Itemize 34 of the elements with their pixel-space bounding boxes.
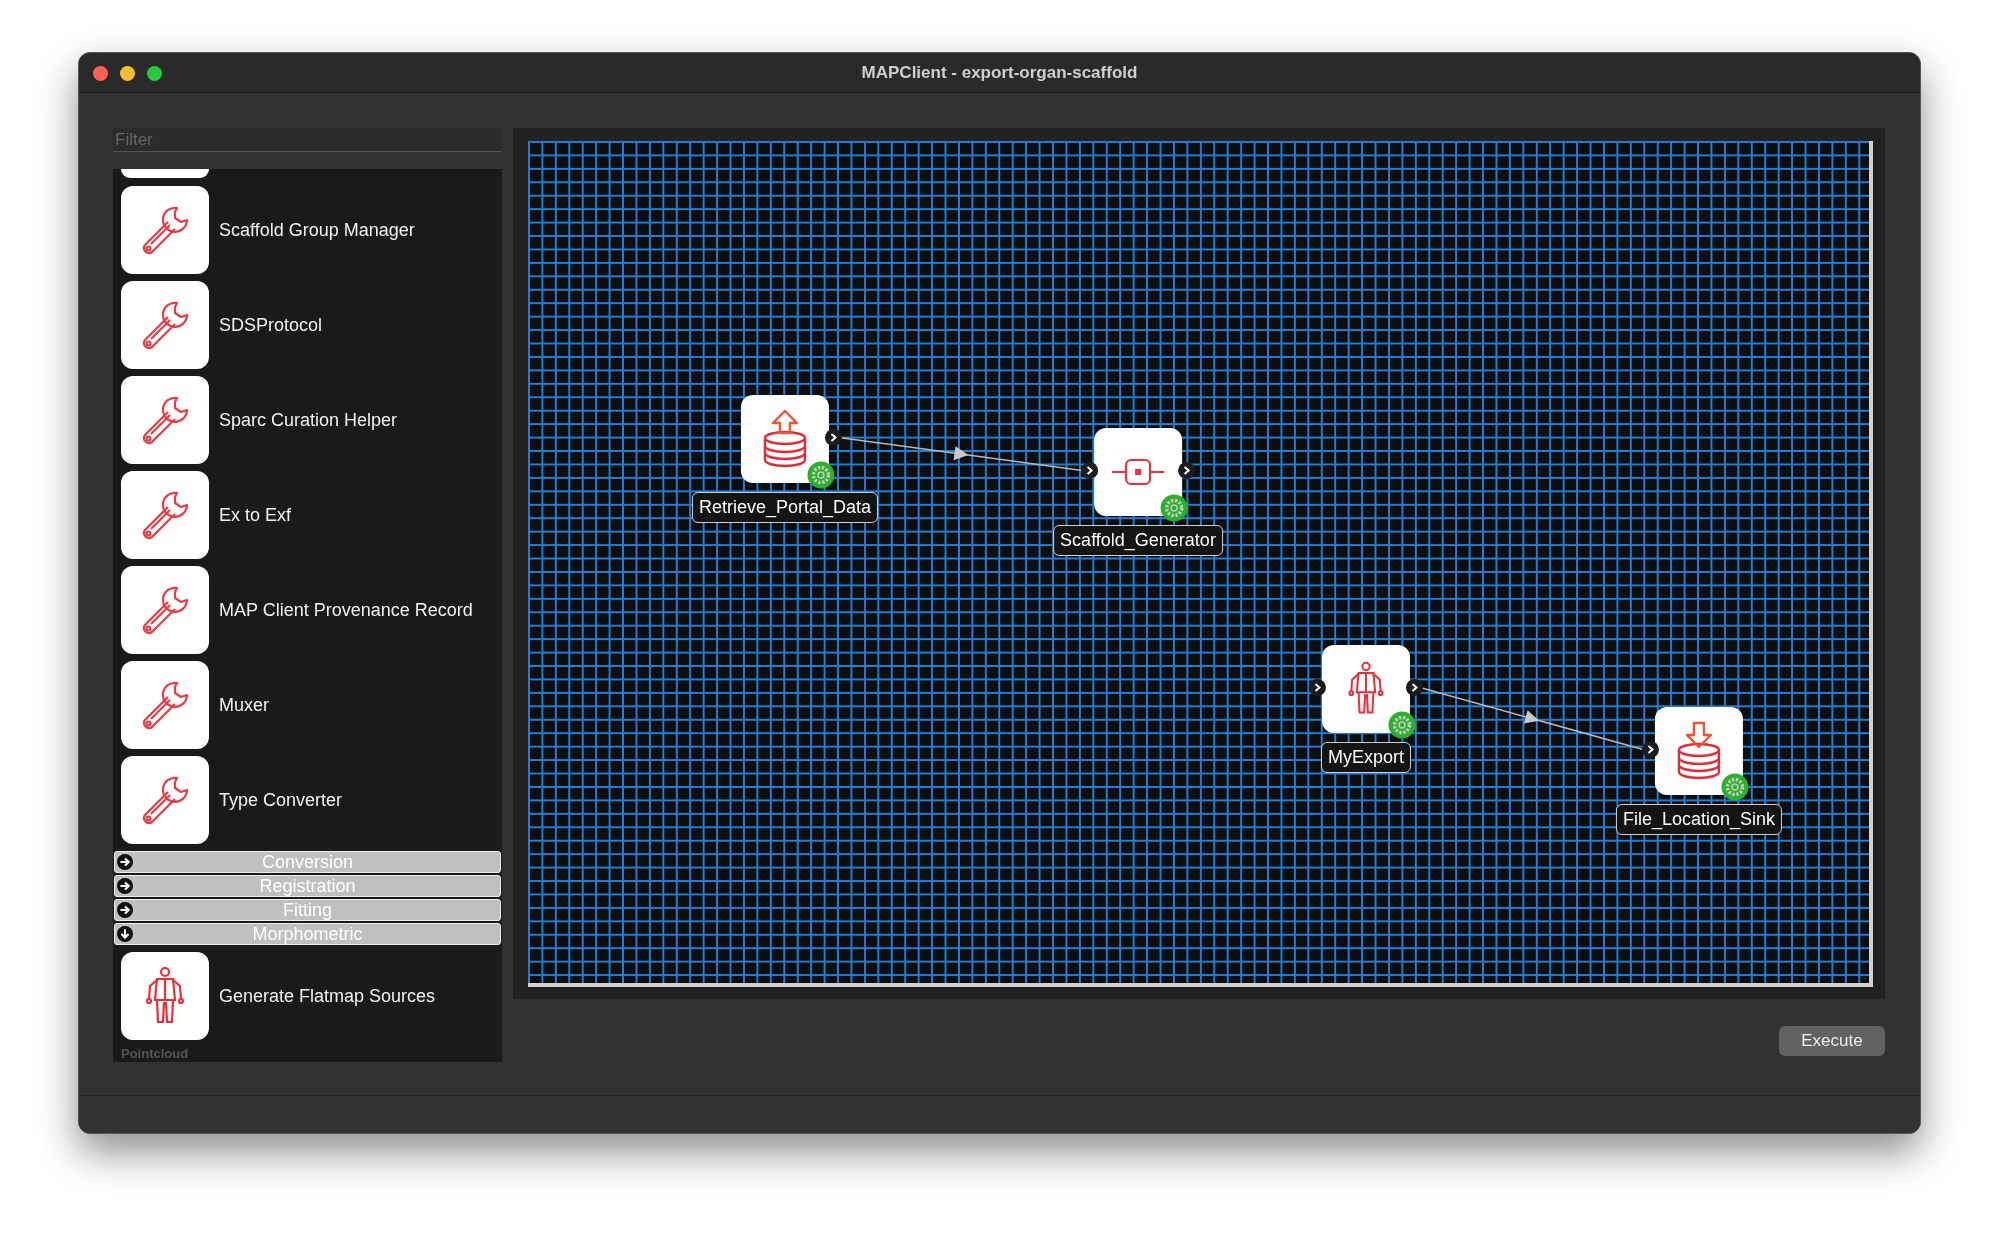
step-label: Scaffold_Generator <box>1053 525 1223 556</box>
workflow-step-tile[interactable] <box>1322 645 1410 733</box>
step-name[interactable]: Sparc Curation Helper <box>219 406 398 434</box>
port-icon[interactable] <box>1309 679 1326 696</box>
step-name[interactable]: Scaffold Group Manager <box>219 216 415 244</box>
step-label: Retrieve_Portal_Data <box>691 492 879 523</box>
window-title: MAPClient - export-organ-scaffold <box>861 61 1138 84</box>
step-name[interactable]: MAP Client Provenance Record <box>219 596 473 624</box>
port-icon[interactable] <box>1081 462 1098 479</box>
workflow-step-tile[interactable] <box>1655 707 1743 795</box>
category-caption: Pointcloud <box>121 1047 190 1061</box>
expand-arrow-icon <box>117 902 133 918</box>
step-name[interactable]: SDSProtocol <box>219 311 323 339</box>
workflow-step-tile[interactable] <box>741 395 829 483</box>
zoom-button[interactable] <box>147 66 162 81</box>
minimize-button[interactable] <box>120 66 135 81</box>
port-icon[interactable] <box>1406 679 1423 696</box>
port-icon[interactable] <box>825 429 842 446</box>
expand-arrow-icon <box>117 854 133 870</box>
step-label: MyExport <box>1321 742 1411 773</box>
close-button[interactable] <box>93 66 108 81</box>
workflow-step-tile[interactable] <box>1094 428 1182 516</box>
step-name[interactable]: Muxer <box>219 691 269 719</box>
step-name[interactable]: Generate Flatmap Sources <box>219 982 436 1010</box>
collapse-arrow-icon <box>117 926 133 942</box>
expand-arrow-icon <box>117 878 133 894</box>
port-icon[interactable] <box>1178 462 1195 479</box>
step-name[interactable]: Ex to Exf <box>219 501 292 529</box>
workflow-canvas[interactable]: Retrieve_Portal_Data Scaffold_Generator MyExport File_Location_Sink <box>528 141 1873 987</box>
step-name[interactable]: Type Converter <box>219 786 343 814</box>
step-label: File_Location_Sink <box>1615 804 1783 835</box>
filter-field[interactable]: Filter <box>113 128 502 152</box>
port-icon[interactable] <box>1642 741 1659 758</box>
execute-button[interactable]: Execute <box>1779 1026 1885 1056</box>
